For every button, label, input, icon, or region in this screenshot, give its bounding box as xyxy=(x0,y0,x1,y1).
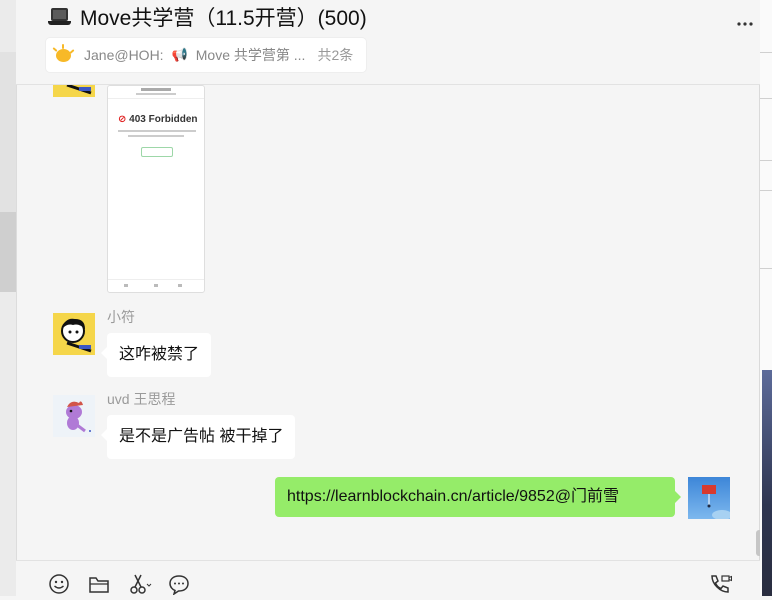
right-pane-divider xyxy=(760,52,772,53)
image-button-shape xyxy=(141,147,173,157)
no-entry-icon: ⊘ xyxy=(118,114,127,125)
avatar-xiaofu[interactable] xyxy=(53,313,95,355)
folder-icon[interactable] xyxy=(88,573,112,597)
chat-header: Move共学营（11.5开营）(500) Jane@HOH: 📢 Move 共学… xyxy=(16,0,760,85)
avatar-uvd[interactable] xyxy=(53,395,95,437)
avatar[interactable] xyxy=(53,85,95,97)
pinned-message-bar[interactable]: Jane@HOH: 📢 Move 共学营第 ... 共2条 xyxy=(46,38,367,72)
more-icon[interactable] xyxy=(736,16,754,30)
sender-name: uvd 王思程 xyxy=(107,391,176,407)
pinned-count: 共2条 xyxy=(317,47,354,63)
scissors-icon[interactable] xyxy=(128,573,152,597)
sun-icon xyxy=(52,44,76,65)
chat-bubble-icon[interactable] xyxy=(168,573,192,597)
left-pane-block xyxy=(0,212,16,292)
message-list[interactable]: ⊘ 403 Forbidden 小符 这咋被禁了 uvd 王思程 是不是广告帖 … xyxy=(16,85,760,560)
forbidden-label: 403 Forbidden xyxy=(129,114,198,125)
sender-name: 小符 xyxy=(107,309,135,325)
laptop-icon xyxy=(48,6,72,28)
megaphone-icon: 📢 xyxy=(171,47,188,62)
left-pane-block xyxy=(0,52,16,212)
shared-image-message[interactable]: ⊘ 403 Forbidden xyxy=(107,85,205,293)
right-pane-divider xyxy=(760,268,772,269)
left-pane-edge xyxy=(0,0,17,596)
chat-title[interactable]: Move共学营（11.5开营）(500) xyxy=(80,2,367,32)
message-bubble[interactable]: 是不是广告帖 被干掉了 xyxy=(100,415,296,459)
input-toolbar xyxy=(16,560,760,597)
pinned-preview: Move 共学营第 ... xyxy=(195,47,306,63)
right-pane-divider xyxy=(760,160,772,161)
my-avatar[interactable] xyxy=(688,477,730,519)
my-message-bubble[interactable]: https://learnblockchain.cn/article/9852@… xyxy=(275,477,681,517)
pinned-sender: Jane@HOH: xyxy=(84,47,164,63)
title-row: Move共学营（11.5开营）(500) xyxy=(48,2,367,32)
right-pane-edge xyxy=(759,0,772,596)
right-pane-image xyxy=(762,370,772,596)
scrollbar-thumb[interactable] xyxy=(756,530,760,556)
forbidden-text: ⊘ 403 Forbidden xyxy=(118,114,198,125)
right-pane-divider xyxy=(760,190,772,191)
voice-video-call-icon[interactable] xyxy=(708,573,732,597)
right-pane-divider xyxy=(760,98,772,99)
emoji-icon[interactable] xyxy=(48,573,72,597)
message-bubble[interactable]: 这咋被禁了 xyxy=(100,333,212,377)
